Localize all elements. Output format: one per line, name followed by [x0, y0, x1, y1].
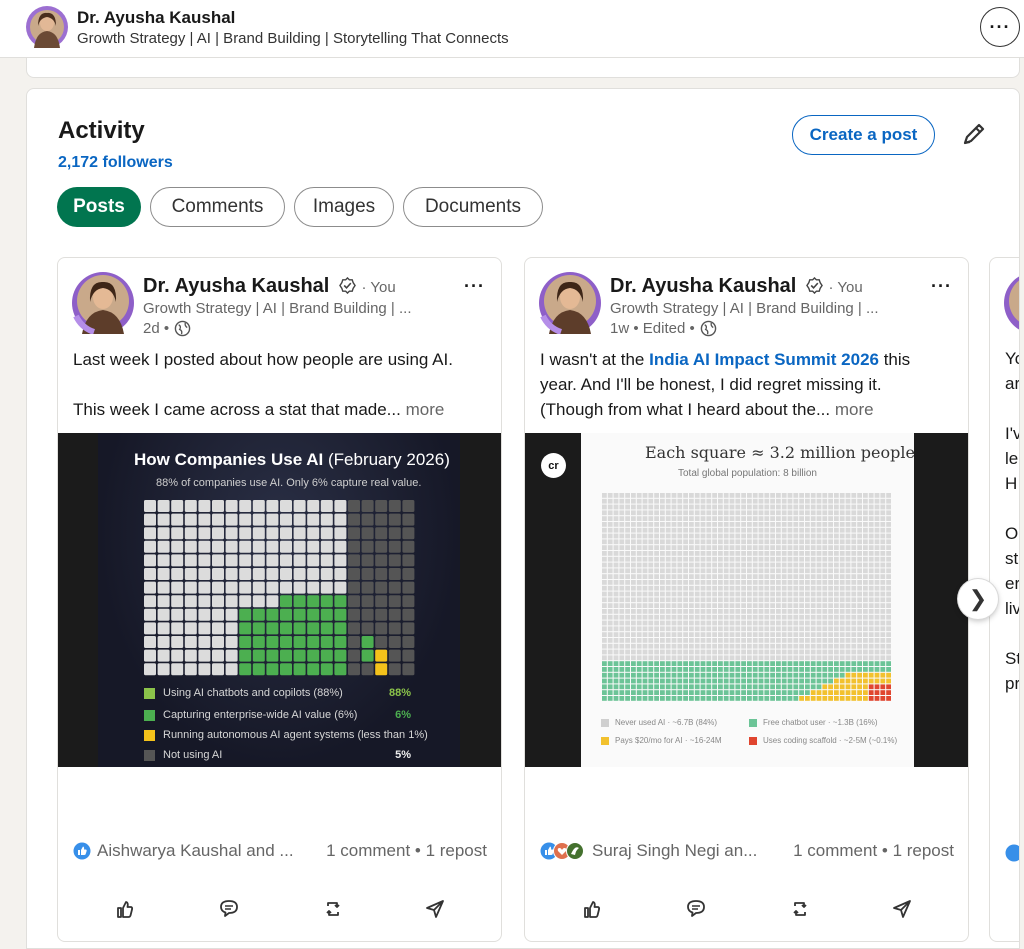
author-headline: Growth Strategy | AI | Brand Building | … [610, 300, 879, 317]
post-text[interactable]: I wasn't at the India AI Impact Summit 2… [540, 347, 960, 422]
peek-text: er [1005, 574, 1020, 593]
profile-name: Dr. Ayusha Kaushal [77, 8, 236, 27]
infographic-panel: Each square ≈ 3.2 million people Total g… [581, 433, 915, 767]
post-card[interactable]: Dr. Ayusha Kaushal · You Growth Strategy… [524, 257, 969, 942]
reactions-summary[interactable]: Aishwarya Kaushal and ... [73, 841, 294, 861]
author-avatar[interactable] [539, 272, 601, 334]
infographic-title: Each square ≈ 3.2 million people [645, 443, 915, 462]
legend-item: Never used AI · ~6.7B (84%) [601, 718, 717, 727]
legend-item: Free chatbot user · ~1.3B (16%) [749, 718, 878, 727]
see-more-link[interactable]: more [835, 400, 874, 419]
hashtag-link[interactable]: India AI Impact Summit 2026 [649, 350, 879, 369]
legend-item: Capturing enterprise-wide AI value (6%) [144, 709, 357, 721]
legend-value: 6% [395, 709, 411, 721]
post-text[interactable]: Last week I posted about how people are … [73, 347, 493, 422]
previous-section-card [26, 58, 1020, 78]
like-icon[interactable] [577, 894, 607, 924]
activity-title: Activity [58, 117, 145, 144]
globe-icon [174, 320, 191, 337]
see-more-link[interactable]: more [406, 400, 445, 419]
edit-pencil-icon[interactable] [959, 119, 989, 149]
legend-item: Running autonomous AI agent systems (les… [144, 729, 428, 741]
comment-repost-counts[interactable]: 1 comment • 1 repost [793, 841, 954, 861]
peek-text: st [1005, 549, 1019, 568]
cr-badge: cr [541, 453, 566, 478]
author-name[interactable]: Dr. Ayusha Kaushal · You [143, 275, 396, 300]
post-image[interactable]: How Companies Use AI (February 2026) 88%… [58, 433, 501, 767]
carousel-next-button[interactable]: ❯ [958, 579, 998, 619]
like-reaction-icon [73, 842, 91, 860]
send-icon[interactable] [420, 894, 450, 924]
post-meta: 1w • Edited • [610, 320, 717, 337]
post-image[interactable]: cr Each square ≈ 3.2 million people Tota… [525, 433, 968, 767]
send-icon[interactable] [887, 894, 917, 924]
author-headline: Growth Strategy | AI | Brand Building | … [143, 300, 412, 317]
like-reaction-icon [1005, 844, 1019, 862]
followers-count-link[interactable]: 2,172 followers [58, 154, 173, 172]
reactions-summary[interactable]: Suraj Singh Negi an... [540, 841, 757, 861]
post-meta: 2d • [143, 320, 191, 337]
profile-headline: Growth Strategy | AI | Brand Building | … [77, 30, 509, 47]
repost-icon[interactable] [785, 894, 815, 924]
legend-item: Uses coding scaffold · ~2-5M (~0.1%) [749, 736, 897, 745]
author-avatar[interactable] [72, 272, 134, 334]
reaction-icons [540, 842, 584, 860]
tab-posts[interactable]: Posts [57, 187, 141, 227]
tab-comments[interactable]: Comments [150, 187, 285, 227]
post-actions [58, 888, 501, 928]
comment-repost-counts[interactable]: 1 comment • 1 repost [326, 841, 487, 861]
like-icon[interactable] [110, 894, 140, 924]
verified-icon [339, 276, 356, 300]
legend-item: Using AI chatbots and copilots (88%) [144, 687, 343, 699]
tab-images[interactable]: Images [294, 187, 394, 227]
comment-icon[interactable] [214, 894, 244, 924]
post-menu-button[interactable]: ··· [464, 276, 485, 297]
peek-text: pr [1005, 674, 1020, 693]
peek-text: ar [1005, 374, 1020, 393]
create-post-button[interactable]: Create a post [792, 115, 935, 155]
peek-text: Yo [1005, 349, 1019, 368]
activity-section: Activity 2,172 followers Create a post P… [26, 88, 1020, 949]
globe-icon [700, 320, 717, 337]
verified-icon [806, 276, 823, 300]
legend-item: Not using AI [144, 749, 222, 761]
profile-avatar[interactable] [26, 6, 68, 48]
post-menu-button[interactable]: ··· [931, 276, 952, 297]
comment-icon[interactable] [681, 894, 711, 924]
infographic-subtitle: Total global population: 8 billion [678, 468, 817, 479]
waffle-grid [144, 500, 415, 676]
tab-documents[interactable]: Documents [403, 187, 543, 227]
waffle-grid [602, 493, 891, 701]
infographic-title: How Companies Use AI (February 2026) [134, 450, 450, 469]
peek-text: H [1005, 474, 1018, 493]
legend-value: 5% [395, 749, 411, 761]
profile-sticky-header: Dr. Ayusha Kaushal Growth Strategy | AI … [0, 0, 1024, 58]
more-options-button[interactable]: ··· [980, 7, 1020, 47]
post-card[interactable]: Dr. Ayusha Kaushal · You Growth Strategy… [57, 257, 502, 942]
peek-text: le [1005, 449, 1019, 468]
infographic-subtitle: 88% of companies use AI. Only 6% capture… [156, 477, 422, 489]
legend-item: Pays $20/mo for AI · ~16-24M [601, 736, 722, 745]
author-avatar [1004, 276, 1019, 330]
peek-text: O [1005, 524, 1019, 543]
post-actions [525, 888, 968, 928]
repost-icon[interactable] [318, 894, 348, 924]
author-name[interactable]: Dr. Ayusha Kaushal · You [610, 275, 863, 300]
peek-text: St [1005, 649, 1020, 668]
legend-value: 88% [388, 687, 411, 699]
peek-text: liv [1005, 599, 1020, 618]
peek-text: I'v [1005, 424, 1020, 443]
